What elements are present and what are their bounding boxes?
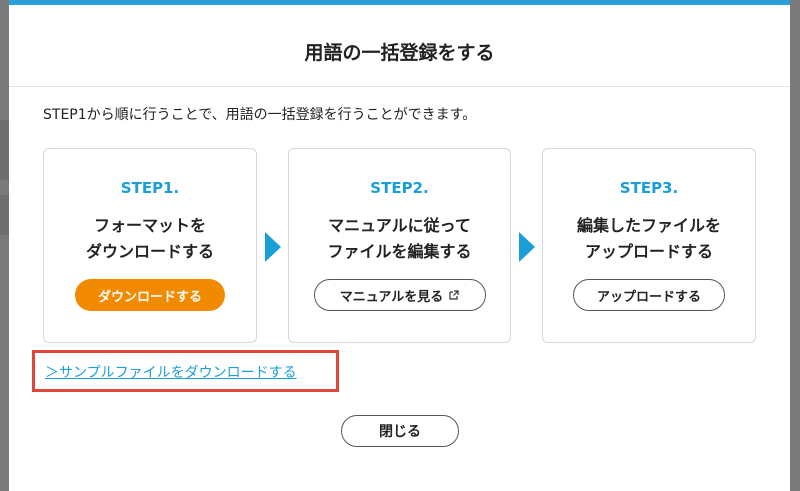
intro-text: STEP1から順に行うことで、用語の一括登録を行うことができます。 [43,107,477,123]
close-button[interactable]: 閉じる [341,415,459,447]
backdrop-fragment [0,120,9,180]
step2-label: STEP2. [370,179,429,197]
external-link-icon [449,290,459,300]
step1-card: STEP1. フォーマットを ダウンロードする ダウンロードする [43,148,257,343]
step3-label: STEP3. [619,179,679,197]
step2-card: STEP2. マニュアルに従って ファイルを編集する マニュアルを見る [288,148,511,343]
step3-desc-line2: アップロードする [584,242,713,261]
download-format-button-label: ダウンロードする [97,289,202,305]
chevron-right-icon [265,232,281,262]
download-format-button[interactable]: ダウンロードする [75,279,225,311]
view-manual-button-label: マニュアルを見る [339,289,444,305]
modal-top-accent-bar [9,0,790,5]
download-sample-file-link[interactable]: ＞サンプルファイルをダウンロードする [45,362,297,382]
step1-desc-line1: フォーマットを [93,216,206,235]
bulk-register-modal: 用語の一括登録をする STEP1から順に行うことで、用語の一括登録を行うことがで… [9,0,790,491]
view-manual-button[interactable]: マニュアルを見る [313,279,486,311]
step1-description: フォーマットを ダウンロードする [44,213,256,265]
modal-title: 用語の一括登録をする [304,42,495,64]
step1-label: STEP1. [120,179,180,197]
step2-desc-line2: ファイルを編集する [327,242,472,261]
chevron-right-icon [519,232,535,262]
close-button-label: 閉じる [379,424,421,440]
title-divider [9,86,790,87]
step3-description: 編集したファイルを アップロードする [543,213,755,265]
step3-card: STEP3. 編集したファイルを アップロードする アップロードする [542,148,756,343]
step3-desc-line1: 編集したファイルを [576,216,721,235]
upload-button-label: アップロードする [596,289,701,305]
step2-desc-line1: マニュアルに従って [328,216,471,235]
step2-description: マニュアルに従って ファイルを編集する [289,213,510,265]
backdrop-fragment [0,195,9,235]
upload-button[interactable]: アップロードする [573,279,725,311]
step1-desc-line2: ダウンロードする [85,242,214,261]
